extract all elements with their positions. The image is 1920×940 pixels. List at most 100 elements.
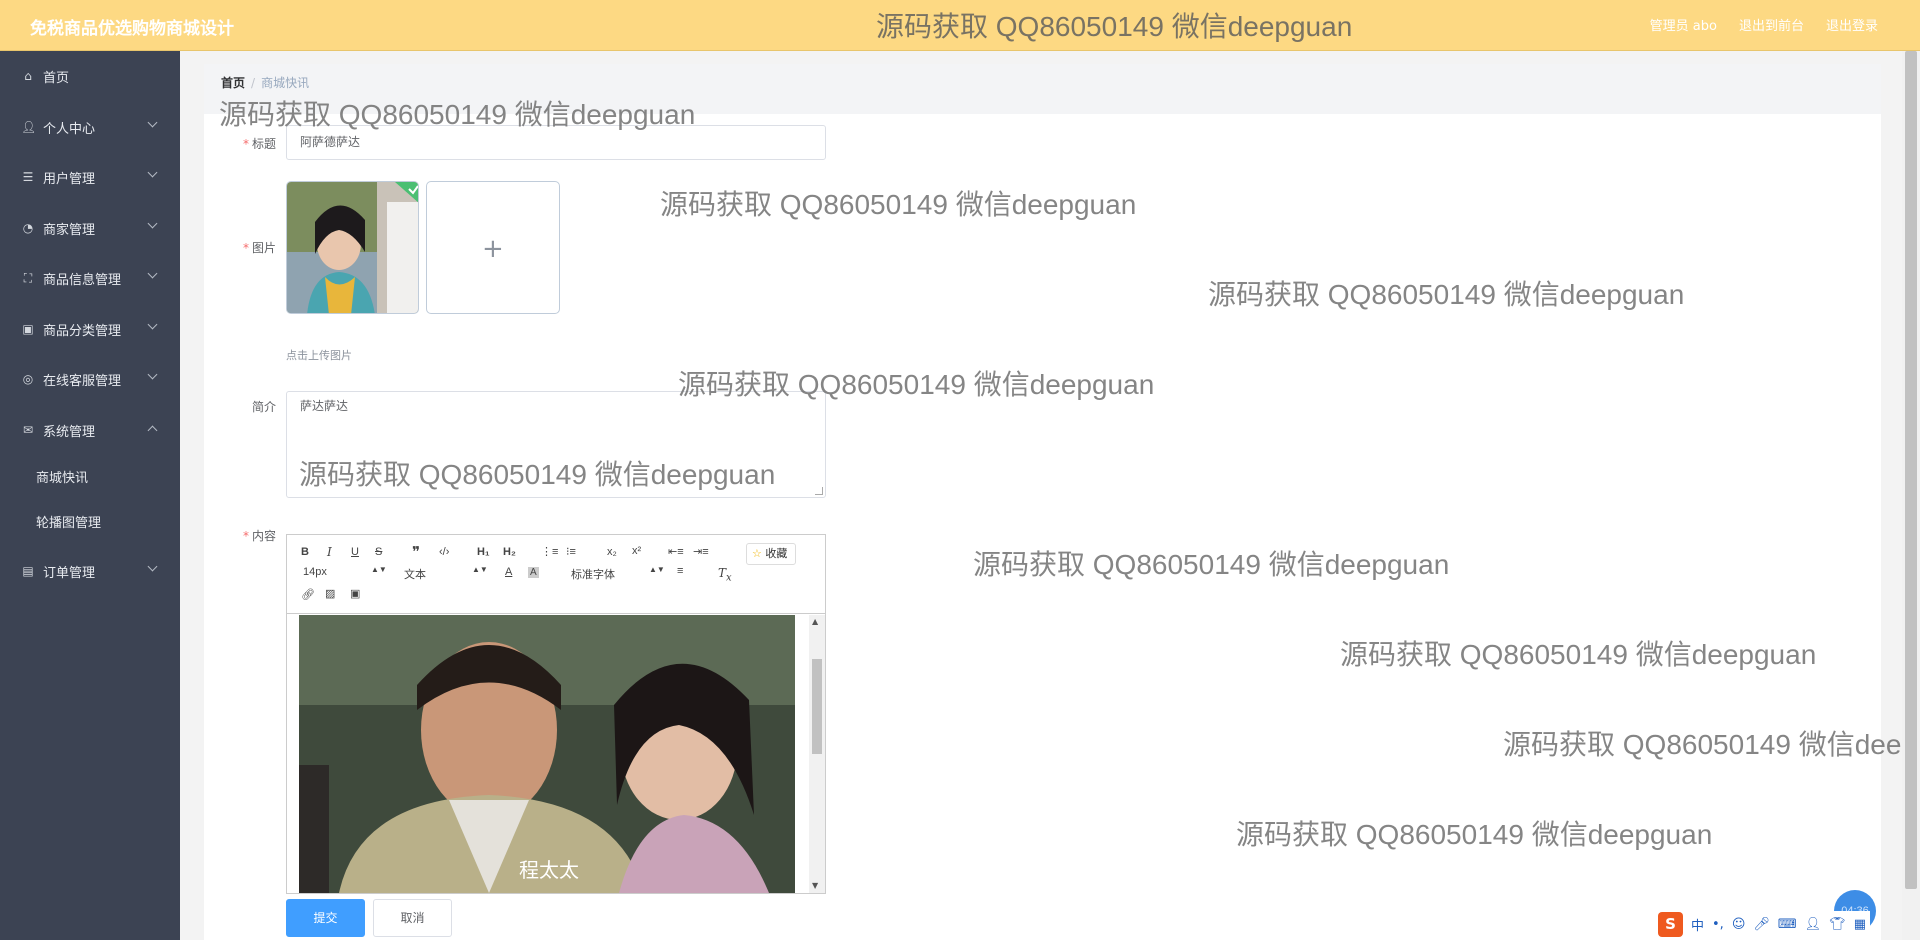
sidebar-item-orders[interactable]: ▤ 订单管理 — [0, 551, 180, 591]
intro-textarea[interactable]: 萨达萨达 — [286, 391, 826, 498]
sidebar: ⌂ 首页 👤︎ 个人中心 ☰ 用户管理 ◔ 商家管理 ⛶ 商品信息管理 ▣ 商品… — [0, 51, 180, 940]
align-icon[interactable]: ≡ — [677, 565, 683, 577]
breadcrumb: 首页 / 商城快讯 — [221, 76, 310, 90]
subscript-icon[interactable]: x₂ — [607, 546, 617, 558]
submit-button[interactable]: 提交 — [286, 899, 365, 937]
code-block-icon[interactable]: ‹/› — [439, 546, 449, 558]
breadcrumb-home[interactable]: 首页 — [221, 76, 245, 90]
italic-icon[interactable]: I — [327, 545, 332, 559]
chevron-down-icon — [147, 218, 158, 229]
sidebar-item-profile[interactable]: 👤︎ 个人中心 — [0, 107, 180, 147]
sidebar-item-merchants[interactable]: ◔ 商家管理 — [0, 208, 180, 248]
ime-toolbar: S 中 •, ☺ 🎤︎ ⌨ 👤︎ 👕︎ ▦ — [1654, 911, 1870, 938]
link-icon[interactable]: 🔗︎ — [301, 588, 315, 601]
title-input[interactable]: 阿萨德萨达 — [286, 125, 826, 160]
sidebar-item-product-category[interactable]: ▣ 商品分类管理 — [0, 309, 180, 349]
home-icon: ⌂ — [24, 69, 32, 83]
shirt-icon[interactable]: 👕︎ — [1829, 917, 1846, 932]
font-family-select[interactable]: 标准字体 ▲▼ — [571, 565, 665, 582]
chevron-down-icon — [147, 117, 158, 128]
sidebar-item-label: 在线客服管理 — [43, 373, 122, 389]
thumbnail-picture — [287, 182, 418, 313]
scrollbar-thumb[interactable] — [812, 659, 822, 754]
content-image: 程太太 — [299, 615, 795, 893]
chevron-down-icon — [147, 561, 158, 572]
app-title: 免税商品优选购物商城设计 — [30, 19, 234, 39]
page-scrollbar[interactable] — [1902, 51, 1920, 940]
bullet-list-icon[interactable]: ⁝≡ — [566, 545, 576, 558]
underline-icon[interactable]: U — [351, 546, 359, 558]
chevron-down-icon — [147, 268, 158, 279]
sidebar-item-label: 商品分类管理 — [43, 323, 122, 339]
exit-frontend-link[interactable]: 退出到前台 — [1739, 15, 1804, 34]
content-label: * 内容 — [242, 529, 276, 543]
sidebar-subitem-carousel[interactable]: 轮播图管理 — [0, 501, 180, 541]
ordered-list-icon[interactable]: ⋮≡ — [541, 545, 558, 558]
clear-format-icon[interactable]: Tx — [718, 566, 732, 583]
sidebar-item-label: 轮播图管理 — [36, 515, 102, 531]
sidebar-item-home[interactable]: ⌂ 首页 — [0, 56, 180, 96]
chevron-down-icon — [147, 369, 158, 380]
admin-label: 管理员 abo — [1649, 19, 1717, 34]
cancel-button[interactable]: 取消 — [373, 899, 452, 937]
heading2-icon[interactable]: H₂ — [503, 546, 516, 558]
resize-handle[interactable] — [815, 487, 823, 495]
emoji-icon[interactable]: ☺ — [1732, 917, 1746, 932]
sidebar-subitem-mall-news[interactable]: 商城快讯 — [0, 456, 180, 496]
plus-icon: + — [482, 234, 504, 264]
logout-link[interactable]: 退出登录 — [1826, 15, 1878, 34]
indent-icon[interactable]: ⇥≡ — [693, 545, 709, 558]
sidebar-item-label: 商家管理 — [43, 222, 96, 238]
sidebar-item-customer-service[interactable]: ◎ 在线客服管理 — [0, 359, 180, 399]
sidebar-item-label: 商品信息管理 — [43, 272, 122, 288]
chevron-down-icon — [147, 319, 158, 330]
font-size-select[interactable]: 14px ▲▼ — [303, 565, 387, 578]
image-insert-icon[interactable]: ▨ — [325, 587, 335, 600]
strikethrough-icon[interactable]: S — [375, 546, 382, 558]
page-scrollbar-thumb[interactable] — [1905, 51, 1917, 889]
font-color-icon[interactable]: A — [505, 566, 512, 578]
uploaded-image-thumbnail[interactable] — [286, 181, 419, 314]
superscript-icon[interactable]: x² — [632, 545, 641, 557]
clipboard-icon: ▣ — [22, 322, 34, 336]
ime-punctuation[interactable]: •, — [1712, 917, 1724, 932]
header-links: 管理员 abo 退出到前台 退出登录 — [1650, 15, 1878, 34]
chevron-down-icon — [147, 167, 158, 178]
sidebar-item-users[interactable]: ☰ 用户管理 — [0, 157, 180, 197]
image-upload-button[interactable]: + — [426, 181, 560, 314]
sidebar-item-label: 首页 — [43, 70, 70, 86]
sidebar-item-system[interactable]: ✉ 系统管理 — [0, 410, 180, 450]
grid-icon[interactable]: ▦ — [1854, 917, 1866, 932]
bold-icon[interactable]: B — [301, 546, 309, 558]
editor-scrollbar[interactable]: ▲ ▼ — [809, 615, 825, 893]
user-icon[interactable]: 👤︎ — [1805, 917, 1822, 932]
list-icon: ☰ — [22, 170, 34, 184]
favorite-button[interactable]: ☆ 收藏 — [746, 543, 796, 565]
blockquote-icon[interactable]: ❞ — [412, 543, 420, 561]
star-icon: ☆ — [752, 547, 762, 560]
scroll-up-icon[interactable]: ▲ — [812, 617, 818, 626]
outdent-icon[interactable]: ⇤≡ — [668, 545, 684, 558]
image-label: * 图片 — [242, 241, 276, 255]
microphone-icon[interactable]: 🎤︎ — [1753, 917, 1770, 932]
video-insert-icon[interactable]: ▣ — [350, 587, 360, 600]
sidebar-item-label: 商城快讯 — [36, 470, 89, 486]
title-label: * 标题 — [242, 137, 276, 151]
background-color-icon[interactable]: A — [528, 567, 539, 578]
sidebar-item-label: 系统管理 — [43, 424, 96, 440]
intro-label: 简介 — [251, 400, 276, 414]
breadcrumb-bar — [204, 64, 1881, 114]
compass-icon: ◔ — [22, 221, 34, 235]
sogou-logo-icon[interactable]: S — [1658, 912, 1683, 937]
sidebar-item-label: 用户管理 — [43, 171, 96, 187]
text-style-select[interactable]: 文本 ▲▼ — [404, 565, 488, 582]
scroll-down-icon[interactable]: ▼ — [812, 881, 818, 890]
sidebar-item-product-info[interactable]: ⛶ 商品信息管理 — [0, 258, 180, 298]
editor-content-area[interactable]: 程太太 — [287, 615, 825, 893]
image-caption: 程太太 — [519, 858, 579, 882]
heading1-icon[interactable]: H₁ — [477, 546, 490, 558]
ime-language[interactable]: 中 — [1691, 915, 1704, 934]
keyboard-icon[interactable]: ⌨ — [1778, 917, 1797, 932]
chevron-up-icon — [147, 425, 158, 436]
sidebar-item-label: 订单管理 — [43, 565, 96, 581]
